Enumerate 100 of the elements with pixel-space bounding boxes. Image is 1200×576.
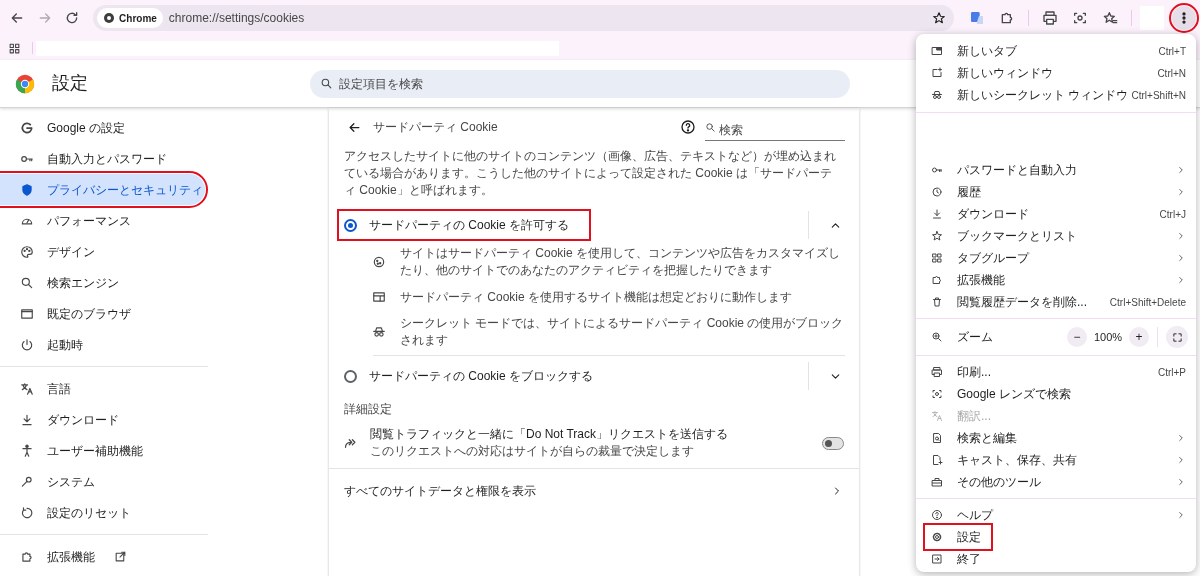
help-icon: [680, 119, 696, 135]
translate-icon: [931, 410, 943, 422]
page-search-field[interactable]: 検索: [705, 120, 845, 141]
shortcut-text: Ctrl+T: [1158, 44, 1186, 59]
external-link-icon[interactable]: [114, 550, 127, 563]
sidebar-item[interactable]: パフォーマンス: [0, 205, 205, 236]
page-title: サードパーティ Cookie: [373, 119, 499, 136]
menu-item[interactable]: 設定: [916, 526, 1196, 548]
menu-item[interactable]: 新しいタブ Ctrl+T: [916, 40, 1196, 62]
menu-item-label: その他のツール: [957, 474, 1041, 491]
sidebar-item[interactable]: 言語: [0, 373, 205, 404]
menu-item[interactable]: 印刷... Ctrl+P: [916, 361, 1196, 383]
menu-item-label: タブグループ: [957, 250, 1029, 267]
menu-item-label: ブックマークとリスト: [957, 228, 1077, 245]
printer-icon: [1042, 10, 1058, 26]
puzzle-icon: [931, 274, 943, 286]
menu-item[interactable]: タブグループ: [916, 247, 1196, 269]
star-icon: [931, 230, 943, 242]
menu-item[interactable]: ブックマークとリスト: [916, 225, 1196, 247]
shortcut-text: Ctrl+N: [1157, 66, 1186, 81]
menu-item-label: 新しいシークレット ウィンドウ: [957, 87, 1129, 104]
address-bar[interactable]: Chrome chrome://settings/cookies: [93, 5, 954, 31]
profile-area: [1140, 6, 1164, 30]
menu-item-label: キャスト、保存、共有: [957, 452, 1077, 469]
menu-item[interactable]: 閲覧履歴データを削除... Ctrl+Shift+Delete: [916, 291, 1196, 313]
puzzle-icon: [999, 10, 1015, 26]
menu-item[interactable]: 新しいシークレット ウィンドウ Ctrl+Shift+N: [916, 84, 1196, 106]
settings-icon: [931, 531, 943, 543]
grid-icon: [931, 252, 943, 264]
chevron-right-icon: [1176, 433, 1186, 443]
sidebar-item[interactable]: システム: [0, 466, 205, 497]
settings-search-field[interactable]: 設定項目を検索: [310, 69, 850, 98]
fullscreen-button[interactable]: [1166, 326, 1188, 348]
search-icon: [320, 77, 333, 90]
sidebar-item[interactable]: ダウンロード: [0, 404, 205, 435]
grid-icon[interactable]: [8, 41, 21, 55]
sidebar-item[interactable]: 自動入力とパスワード: [0, 143, 205, 174]
menu-item[interactable]: 検索と編集: [916, 427, 1196, 449]
menu-item[interactable]: Google レンズで検索: [916, 383, 1196, 405]
chrome-logo-icon: [103, 12, 116, 24]
sidebar-item[interactable]: 起動時: [0, 329, 205, 360]
radio-label[interactable]: サードパーティの Cookie を許可する: [369, 216, 570, 234]
menu-item[interactable]: 新しいウィンドウ Ctrl+N: [916, 62, 1196, 84]
radio-button[interactable]: [344, 218, 357, 232]
sidebar-item[interactable]: Google の設定: [0, 112, 205, 143]
sidebar-item[interactable]: 検索エンジン: [0, 267, 205, 298]
sidebar-item[interactable]: ユーザー補助機能: [0, 435, 205, 466]
menu-item[interactable]: 履歴: [916, 181, 1196, 203]
chevron-right-icon: [1176, 455, 1186, 465]
sidebar-item[interactable]: 拡張機能: [0, 541, 205, 572]
section-heading: 詳細設定: [343, 401, 393, 418]
toggle-switch[interactable]: [822, 436, 844, 450]
sidebar-item[interactable]: 既定のブラウザ: [0, 298, 205, 329]
menu-item-label: 検索と編集: [957, 430, 1017, 447]
search-icon: [705, 121, 716, 133]
detail-text: サイトはサードパーティ Cookie を使用して、コンテンツや広告をカスタマイズしたり、他のサイトでのあなたのアクティビティを把握したりできます: [400, 245, 842, 279]
url-text: chrome://settings/cookies: [168, 10, 306, 27]
radio-button[interactable]: [344, 369, 357, 383]
menu-item[interactable]: ダウンロード Ctrl+J: [916, 203, 1196, 225]
shortcut-text: Ctrl+J: [1159, 207, 1186, 222]
site-chip[interactable]: Chrome: [97, 8, 163, 28]
toolbox-icon: [931, 476, 943, 488]
incognito-icon: [931, 89, 943, 101]
menu-item[interactable]: 終了: [916, 548, 1196, 570]
site-data-link[interactable]: すべてのサイトデータと権限を表示: [329, 469, 859, 513]
fullscreen-icon: [1171, 331, 1183, 343]
menu-item-label: 終了: [957, 551, 981, 568]
settings-title: 設定: [52, 72, 89, 95]
menu-item[interactable]: 拡張機能: [916, 269, 1196, 291]
detail-text: サードパーティ Cookie を使用するサイト機能は想定どおりに動作します: [400, 288, 793, 306]
menu-item[interactable]: パスワードと自動入力: [916, 159, 1196, 181]
menu-item-label: 履歴: [957, 184, 981, 201]
zoom-in-button[interactable]: +: [1129, 327, 1149, 347]
menu-item-label: 新しいウィンドウ: [957, 65, 1053, 82]
sidebar-item[interactable]: 設定のリセット: [0, 497, 205, 528]
menu-item[interactable]: その他のツール: [916, 471, 1196, 493]
exit-icon: [931, 553, 943, 565]
menu-item[interactable]: キャスト、保存、共有: [916, 449, 1196, 471]
menu-item-label: 印刷...: [957, 364, 991, 381]
star-icon[interactable]: [932, 11, 946, 25]
shortcut-text: Ctrl+P: [1157, 365, 1186, 380]
chevron-right-icon: [1176, 187, 1186, 197]
menu-button[interactable]: [1172, 6, 1196, 30]
menu-item-label: 設定: [957, 529, 981, 546]
menu-item-label: 拡張機能: [957, 272, 1005, 289]
camera-search-icon: [1072, 10, 1088, 26]
site-chip-label: Chrome: [119, 11, 157, 26]
menu-item-label: ヘルプ: [957, 507, 993, 524]
zoom-icon: [931, 331, 943, 343]
chrome-logo-icon: [15, 73, 35, 94]
chevron-right-icon: [1176, 253, 1186, 263]
sidebar-item[interactable]: デザイン: [0, 236, 205, 267]
menu-item-label: Google レンズで検索: [957, 386, 1072, 403]
menu-item[interactable]: ヘルプ: [916, 504, 1196, 526]
help-icon: [931, 509, 943, 521]
document-plus-icon: [931, 454, 943, 466]
radio-label[interactable]: サードパーティの Cookie をブロックする: [369, 367, 594, 385]
sidebar-item[interactable]: プライバシーとセキュリティ: [0, 174, 205, 205]
translate-icon[interactable]: [969, 10, 985, 26]
zoom-out-button[interactable]: −: [1067, 327, 1087, 347]
